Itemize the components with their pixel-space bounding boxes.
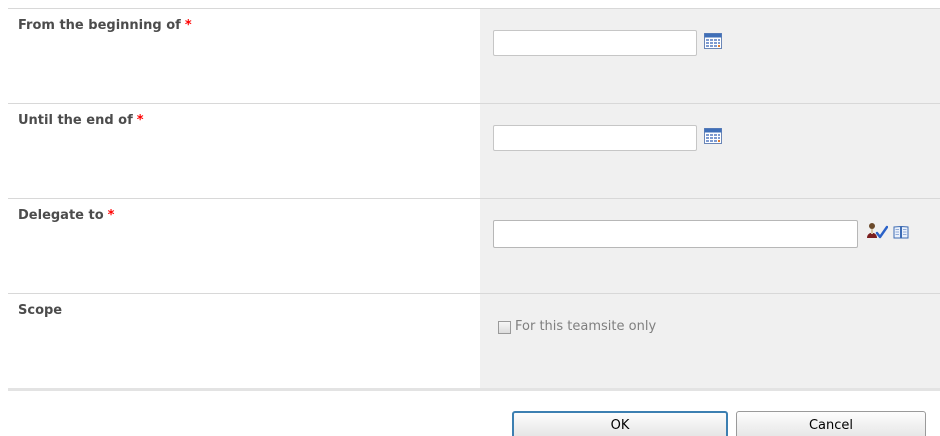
teamsite-only-checkbox[interactable]: [498, 321, 511, 334]
address-book-icon[interactable]: [893, 224, 909, 239]
row-scope: Scope For this teamsite only: [8, 293, 940, 389]
ok-button[interactable]: OK: [512, 411, 728, 436]
required-mark: *: [136, 113, 144, 128]
row-from-beginning: From the beginning of *: [8, 8, 940, 104]
field-cell-delegate: [480, 199, 940, 294]
calendar-icon[interactable]: [704, 128, 722, 144]
field-cell-until: [480, 104, 940, 199]
scope-label: Scope: [18, 303, 63, 318]
delegate-to-label-text: Delegate to: [18, 208, 104, 223]
until-end-label-text: Until the end of: [18, 113, 133, 128]
row-until-end: Until the end of *: [8, 103, 940, 199]
check-names-icon[interactable]: [866, 222, 889, 240]
row-delegate-to: Delegate to *: [8, 198, 940, 294]
until-date-input[interactable]: [493, 125, 697, 151]
delegation-form: From the beginning of * Until the end of…: [0, 0, 940, 436]
label-cell-delegate: Delegate to *: [8, 199, 480, 294]
field-cell-scope: For this teamsite only: [480, 294, 940, 389]
form-divider: [8, 388, 940, 391]
label-cell-until: Until the end of *: [8, 104, 480, 199]
required-mark: *: [184, 18, 192, 33]
label-cell-from: From the beginning of *: [8, 9, 480, 104]
delegate-people-picker-input[interactable]: [493, 220, 858, 248]
delegate-to-label: Delegate to *: [18, 208, 114, 223]
until-end-label: Until the end of *: [18, 113, 144, 128]
teamsite-only-label[interactable]: For this teamsite only: [515, 319, 656, 334]
from-beginning-label: From the beginning of *: [18, 18, 192, 33]
from-beginning-label-text: From the beginning of: [18, 18, 181, 33]
field-cell-from: [480, 9, 940, 104]
calendar-icon[interactable]: [704, 33, 722, 49]
label-cell-scope: Scope: [8, 294, 480, 389]
cancel-button[interactable]: Cancel: [736, 411, 926, 436]
required-mark: *: [107, 208, 115, 223]
from-date-input[interactable]: [493, 30, 697, 56]
